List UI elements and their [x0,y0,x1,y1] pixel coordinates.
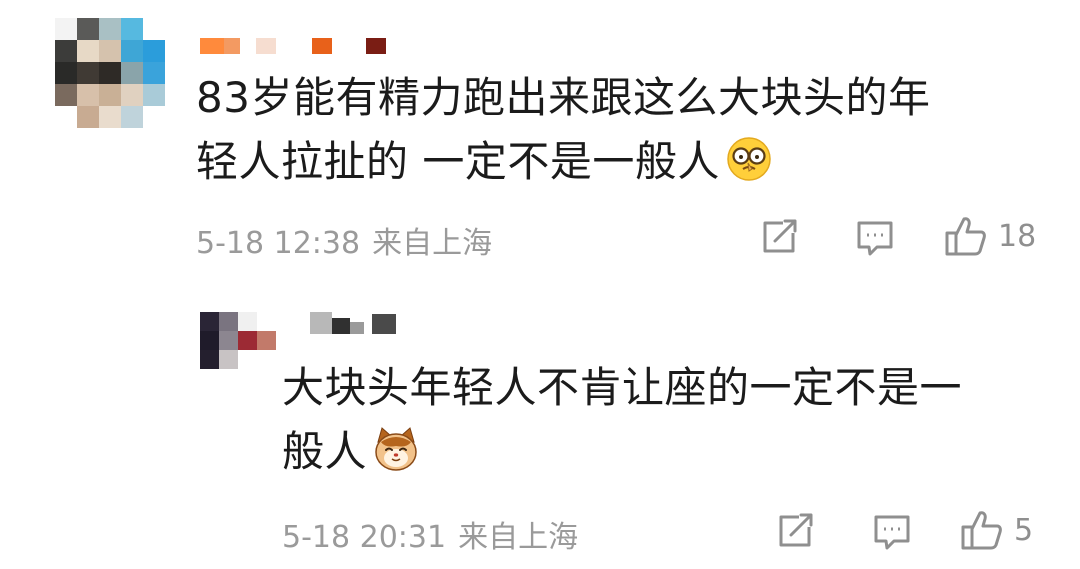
comment-text: 83岁能有精力跑出来跟这么大块头的年 轻人拉扯的 一定不是一般人 [196,66,930,194]
comment-icon [857,221,893,256]
thumbs-up-icon [961,511,1002,550]
comment-location: 来自上海 [372,226,493,261]
cat-face-emoji [375,427,417,471]
reply-meta: 5-18 20:31 来自上海 [282,512,578,556]
reply-text-line: 般人 [282,420,962,484]
reply-text: 大块头年轻人不肯让座的一定不是一 般人 [282,356,962,484]
like-button[interactable]: 18 [944,215,1036,257]
reply-like-button[interactable]: 5 [960,509,1033,551]
comment-time: 5-18 12:38 [196,226,361,261]
reply-location: 来自上海 [458,520,579,555]
username[interactable] [200,38,390,54]
comment-icon [874,515,910,550]
reply-button[interactable] [855,219,895,257]
comment-meta: 5-18 12:38 来自上海 [196,218,492,262]
reply-like-count: 5 [1014,512,1034,548]
reply-reply-button[interactable] [872,513,912,551]
reply-text-line: 大块头年轻人不肯让座的一定不是一 [282,363,963,412]
reply-avatar[interactable] [200,312,276,369]
thumbs-up-icon [945,217,986,256]
avatar[interactable] [55,18,165,128]
share-icon [779,513,813,547]
like-count: 18 [998,218,1037,254]
share-icon [763,219,797,253]
share-button[interactable] [761,219,801,255]
reply-text-line-content: 般人 [282,427,368,476]
comment-text-line: 轻人拉扯的 一定不是一般人 [196,130,930,194]
reply-username[interactable] [310,312,402,334]
comment-text-line-content: 轻人拉扯的 一定不是一般人 [196,137,720,186]
reply-share-button[interactable] [777,513,817,549]
face-with-glasses-emoji [727,137,771,181]
reply-time: 5-18 20:31 [282,520,447,555]
comment-text-line: 83岁能有精力跑出来跟这么大块头的年 [196,73,931,122]
